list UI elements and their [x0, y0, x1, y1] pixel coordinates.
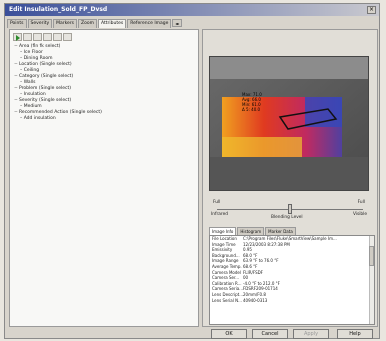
info-key: Lens Serial N...: [212, 297, 242, 303]
cancel-button[interactable]: Cancel: [252, 329, 288, 339]
info-value: 40940-0313: [243, 297, 268, 303]
info-scrollbar-thumb[interactable]: [369, 246, 374, 266]
tab-histogram[interactable]: Histogram: [237, 227, 265, 235]
title-bar[interactable]: Edit Insulation_Sold_FP_Dvsd ×: [5, 4, 379, 16]
info-tab-strip: Image Info Histogram Marker Data: [209, 227, 297, 235]
blending-slider-area: Full Infrared Full Visible Blending Leve…: [209, 198, 369, 224]
slider-left-bottom-label: Infrared: [211, 212, 228, 217]
move-up-icon[interactable]: [53, 33, 62, 41]
tab-image-info[interactable]: Image Info: [209, 227, 237, 235]
tree-label: Category (Single select): [19, 74, 74, 79]
thermal-image-graphic: [210, 57, 368, 190]
tree-label: Problem (Single select): [19, 86, 71, 91]
tree-label: Severity (Single select): [19, 98, 72, 103]
apply-attribute-icon[interactable]: [13, 33, 22, 41]
tree-label: Walls: [23, 80, 36, 85]
image-panel: Max: 71.0 Avg: 66.0 Min: 61.0 Δ 5: 40.0 …: [202, 29, 378, 327]
tab-markers[interactable]: Markers: [53, 19, 78, 28]
window-title: Edit Insulation_Sold_FP_Dvsd: [9, 6, 108, 13]
tab-severity[interactable]: Severity: [27, 19, 53, 28]
info-scrollbar[interactable]: [369, 236, 374, 324]
remove-attribute-icon[interactable]: [43, 33, 52, 41]
slider-right-top-label: Full: [357, 200, 365, 205]
tab-reference-image[interactable]: Reference Image: [127, 19, 172, 28]
tab-zoom[interactable]: Zoom: [78, 19, 98, 28]
thermal-image[interactable]: Max: 71.0 Avg: 66.0 Min: 61.0 Δ 5: 40.0: [209, 56, 369, 191]
move-down-icon[interactable]: [63, 33, 72, 41]
slider-center-label: Blending Level: [271, 215, 303, 220]
tree-label: Insulation: [23, 92, 46, 97]
attribute-tree: −Area (fln fk select) – Ice Floor – Dining…: [14, 44, 194, 122]
info-rows: File Location C:\Program Files\Fluke\Smar…: [210, 236, 374, 303]
tree-label: Add insulation: [23, 116, 56, 121]
blending-slider-thumb[interactable]: [288, 204, 292, 214]
image-info-list: File Location C:\Program Files\Fluke\Smar…: [209, 235, 375, 325]
apply-button[interactable]: Apply: [293, 329, 329, 339]
tab-marker-data[interactable]: Marker Data: [265, 227, 296, 235]
tree-label: Area (fln fk select): [19, 44, 61, 49]
info-row: Lens Serial N... 40940-0313: [210, 298, 374, 304]
tree-label: Recommended Action (Single select): [19, 110, 102, 115]
tree-value[interactable]: – Add insulation: [14, 116, 194, 122]
tab-points[interactable]: Points: [7, 19, 27, 28]
attributes-toolbar: [13, 33, 73, 41]
edit-dialog: Edit Insulation_Sold_FP_Dvsd × Points Se…: [4, 3, 380, 339]
add-attribute-icon[interactable]: [23, 33, 32, 41]
close-icon[interactable]: ×: [367, 6, 376, 14]
tab-strip: Points Severity Markers Zoom Attributes …: [7, 19, 183, 28]
edit-attribute-icon[interactable]: [33, 33, 42, 41]
tree-label: Ice Floor: [23, 50, 43, 55]
tree-label: Dining Room: [23, 56, 53, 61]
tree-label: Medium: [23, 104, 42, 109]
tree-label: Ceiling: [23, 68, 40, 73]
tab-attributes[interactable]: Attributes: [98, 19, 127, 28]
thermal-overlay-text: Max: 71.0 Avg: 66.0 Min: 61.0 Δ 5: 40.0: [242, 92, 262, 112]
tree-label: Location (Single select): [19, 62, 72, 67]
help-button[interactable]: Help: [337, 329, 373, 339]
tab-scroll-arrows-icon[interactable]: ◂▸: [172, 19, 183, 27]
attributes-panel: −Area (fln fk select) – Ice Floor – Dining…: [9, 29, 199, 327]
dialog-buttons: OK Cancel Apply Help: [5, 329, 379, 340]
slider-left-top-label: Full: [213, 200, 221, 205]
slider-right-bottom-label: Visible: [352, 212, 367, 217]
ok-button[interactable]: OK: [211, 329, 247, 339]
overlay-line: Δ 5: 40.0: [242, 107, 261, 112]
